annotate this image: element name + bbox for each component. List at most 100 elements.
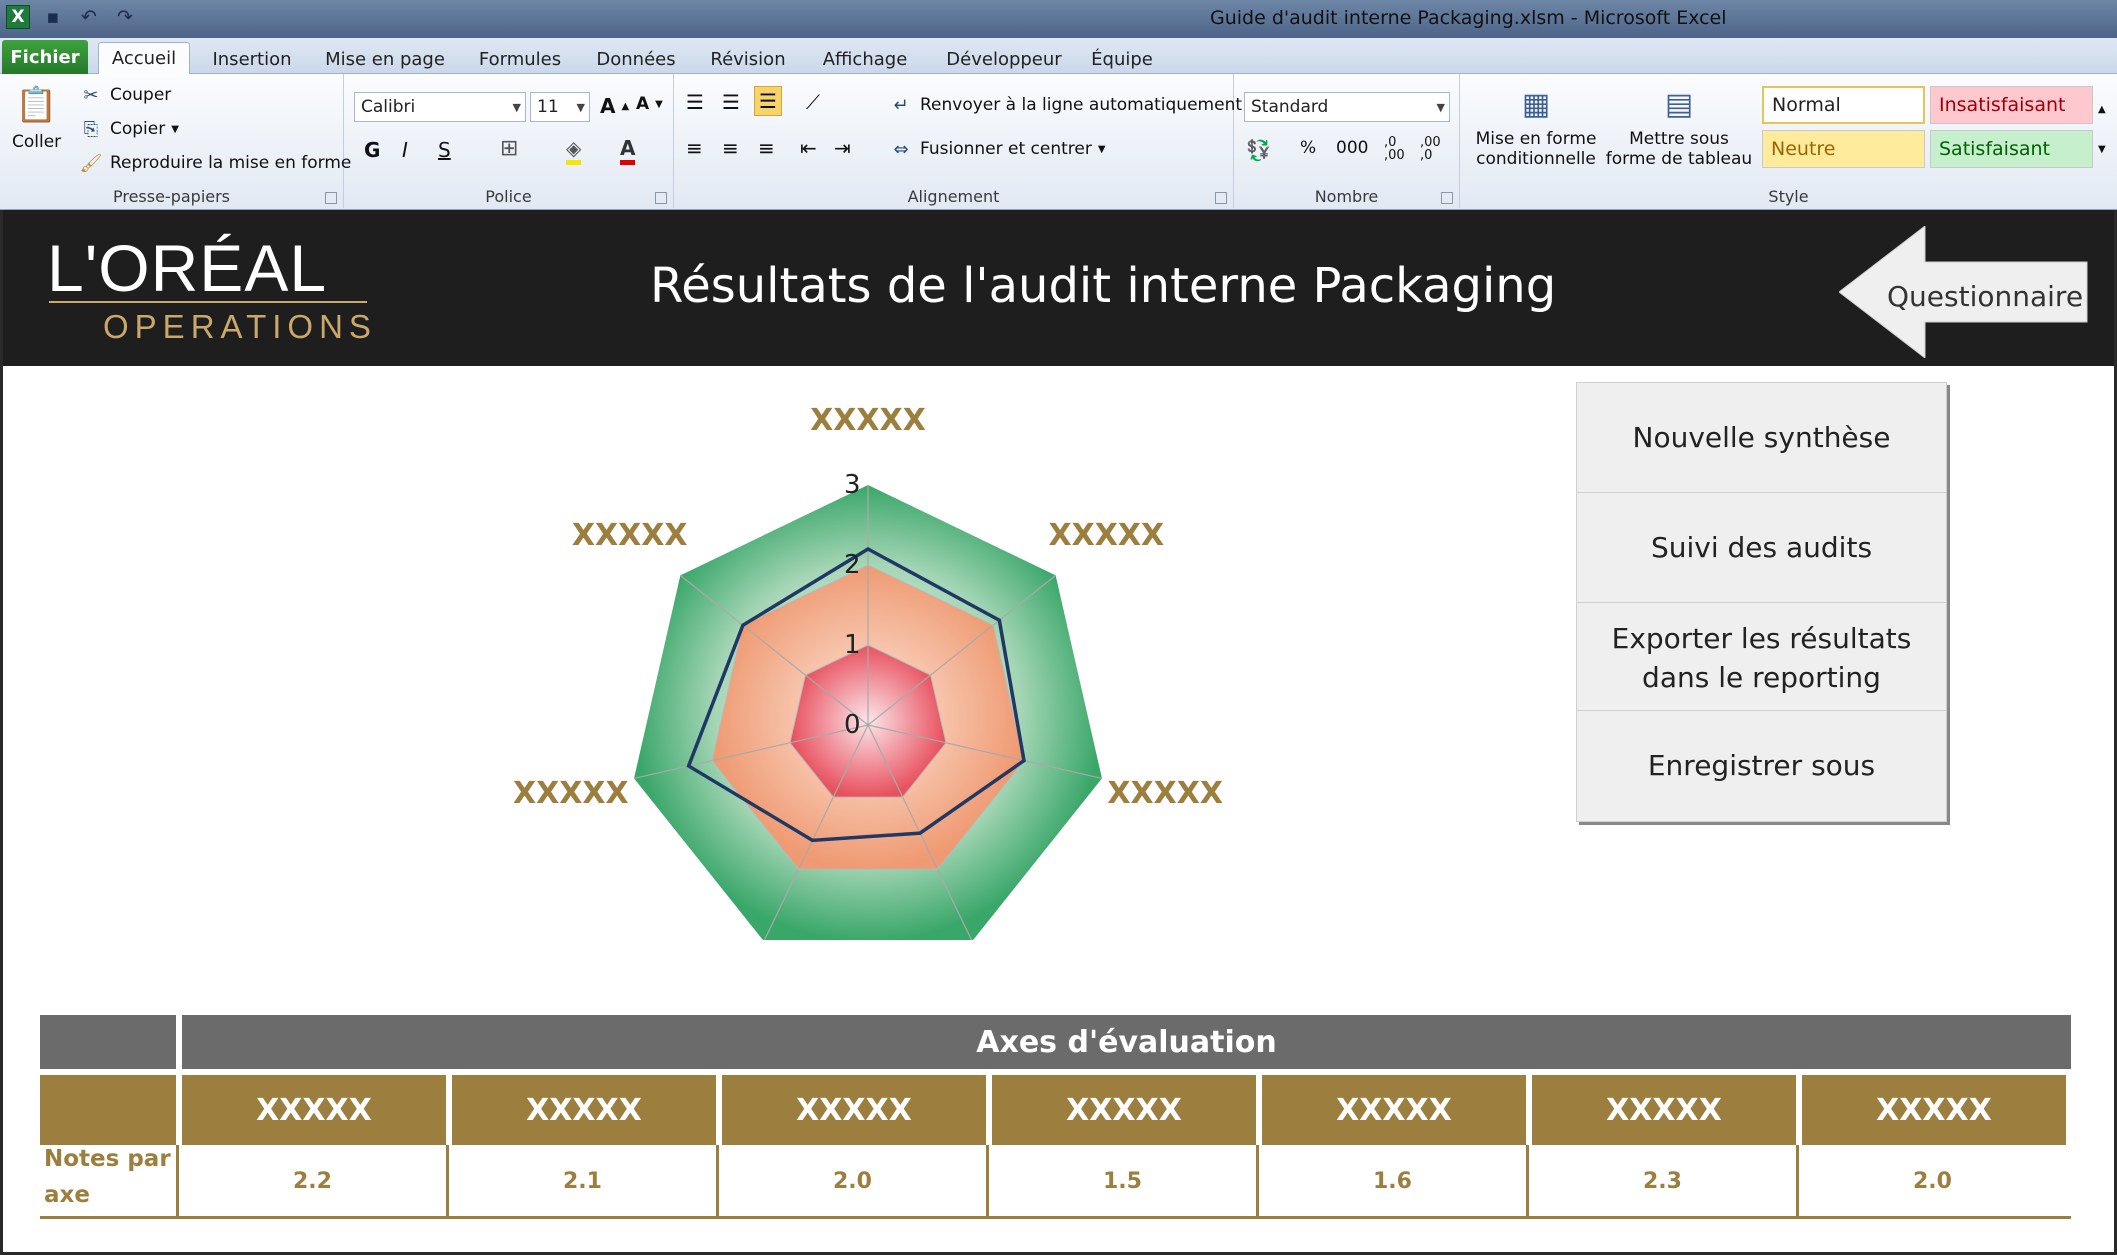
font-size-value: 11 xyxy=(537,97,559,117)
conditional-format-icon: ▦ xyxy=(1521,86,1551,122)
dialog-launcher-icon[interactable] xyxy=(325,192,337,204)
align-right-icon[interactable]: ≡ xyxy=(758,136,775,160)
styles-scroll-up-icon[interactable]: ▲ xyxy=(2098,104,2106,115)
increase-decimal-icon[interactable]: ,0,00 xyxy=(1384,136,1405,162)
axis-column-header: XXXXX xyxy=(992,1075,1256,1145)
radar-category-label: XXXXX xyxy=(810,403,926,438)
radar-category-label: XXXXX xyxy=(1048,518,1164,553)
axis-score-cell: 2.0 xyxy=(716,1145,986,1217)
tab-data[interactable]: Données xyxy=(588,44,684,74)
tab-developer[interactable]: Développeur xyxy=(934,44,1074,74)
logo-divider xyxy=(49,301,367,303)
conditional-format-button[interactable]: ▦ Mise en forme conditionnelle xyxy=(1472,82,1600,169)
font-color-icon[interactable]: A xyxy=(620,136,636,165)
table-icon: ▤ xyxy=(1664,86,1694,122)
axis-column-header: XXXXX xyxy=(452,1075,716,1145)
copy-icon: ⎘ xyxy=(83,118,99,140)
bold-button[interactable]: G xyxy=(364,138,380,162)
tab-review[interactable]: Révision xyxy=(702,44,794,74)
increase-indent-icon[interactable]: ⇥ xyxy=(834,136,851,160)
align-center-icon[interactable]: ≡ xyxy=(722,136,739,160)
axis-column-header: XXXXX xyxy=(722,1075,986,1145)
font-size-select[interactable]: 11 ▼ xyxy=(530,92,590,122)
tab-page-layout[interactable]: Mise en page xyxy=(318,44,452,74)
audit-tracking-button[interactable]: Suivi des audits xyxy=(1576,492,1947,604)
axis-score-cell: 1.5 xyxy=(986,1145,1256,1217)
dialog-launcher-icon[interactable] xyxy=(1215,192,1227,204)
currency-icon[interactable]: 💱 xyxy=(1246,138,1271,162)
dialog-launcher-icon[interactable] xyxy=(1441,192,1453,204)
copy-label: Copier xyxy=(110,119,166,139)
format-painter-label: Reproduire la mise en forme xyxy=(110,153,352,173)
align-middle-icon[interactable]: ☰ xyxy=(722,90,740,114)
styles-scroll-down-icon[interactable]: ▼ xyxy=(2098,144,2106,155)
clipboard-group: 📋 Coller ✂ Couper ⎘ Copier ▼ 🖌 Reproduir… xyxy=(0,74,351,208)
merge-center-button[interactable]: ⇔ Fusionner et centrer ▼ xyxy=(888,136,1105,162)
undo-icon[interactable]: ↶ xyxy=(76,5,102,29)
alignment-group-name: Alignement xyxy=(907,187,1000,206)
radar-category-label: XXXXX xyxy=(572,518,688,553)
format-as-table-button[interactable]: ▤ Mettre sous forme de tableau xyxy=(1604,82,1754,169)
decrease-decimal-icon[interactable]: ,00,0 xyxy=(1420,136,1441,162)
tab-team[interactable]: Équipe xyxy=(1088,44,1156,74)
axis-score-cell: 2.2 xyxy=(176,1145,446,1217)
percent-button[interactable]: % xyxy=(1300,138,1316,158)
grow-font-icon[interactable]: A ▲ xyxy=(600,94,629,118)
merge-label: Fusionner et centrer xyxy=(920,139,1092,159)
tab-file[interactable]: Fichier xyxy=(2,40,88,74)
wrap-text-icon: ↵ xyxy=(893,94,909,116)
tab-home[interactable]: Accueil xyxy=(98,42,190,74)
paste-button[interactable]: 📋 Coller xyxy=(12,82,61,152)
scissors-icon: ✂ xyxy=(83,84,99,106)
excel-icon[interactable]: X xyxy=(6,5,30,29)
font-family-select[interactable]: Calibri ▼ xyxy=(354,92,526,122)
quick-access-toolbar: X ▪ ↶ ↷ xyxy=(6,5,138,29)
save-as-button[interactable]: Enregistrer sous xyxy=(1576,710,1947,822)
style-normal[interactable]: Normal xyxy=(1762,86,1925,124)
copy-button[interactable]: ⎘ Copier ▼ xyxy=(78,116,179,142)
number-group: Standard ▼ 💱 % 000 ,0,00 ,00,0 Nombre xyxy=(1234,74,1460,208)
tab-view[interactable]: Affichage xyxy=(814,44,916,74)
loreal-logo: L'ORÉAL xyxy=(47,231,328,305)
redo-icon[interactable]: ↷ xyxy=(112,5,138,29)
save-icon[interactable]: ▪ xyxy=(40,5,66,29)
number-format-select[interactable]: Standard ▼ xyxy=(1244,92,1450,122)
align-left-icon[interactable]: ≡ xyxy=(686,136,703,160)
wrap-text-button[interactable]: ↵ Renvoyer à la ligne automatiquement xyxy=(888,92,1242,118)
operations-logo: OPERATIONS xyxy=(103,308,377,345)
new-summary-button[interactable]: Nouvelle synthèse xyxy=(1576,382,1947,494)
paste-label: Coller xyxy=(12,132,62,152)
style-good[interactable]: Satisfaisant xyxy=(1930,130,2093,168)
wrap-text-label: Renvoyer à la ligne automatiquement xyxy=(920,95,1243,115)
radar-tick-label: 0 xyxy=(844,710,861,740)
style-neutral[interactable]: Neutre xyxy=(1762,130,1925,168)
clipboard-group-name: Presse-papiers xyxy=(112,187,231,206)
axis-column-header: XXXXX xyxy=(1802,1075,2066,1145)
tab-formulas[interactable]: Formules xyxy=(470,44,570,74)
merge-icon: ⇔ xyxy=(893,138,909,160)
italic-button[interactable]: I xyxy=(402,138,408,162)
export-results-button[interactable]: Exporter les résultats dans le reporting xyxy=(1576,602,1947,714)
borders-icon[interactable]: ⊞ xyxy=(500,136,518,161)
style-bad[interactable]: Insatisfaisant xyxy=(1930,86,2093,124)
axis-score-cell: 1.6 xyxy=(1256,1145,1526,1217)
align-bottom-icon[interactable]: ☰ xyxy=(754,86,782,116)
shrink-font-icon[interactable]: A ▼ xyxy=(636,94,663,114)
axes-header: Axes d'évaluation xyxy=(182,1015,2071,1069)
radar-tick-label: 1 xyxy=(844,630,861,660)
radar-category-label: XXXXX xyxy=(513,776,629,811)
format-painter-button[interactable]: 🖌 Reproduire la mise en forme xyxy=(78,150,352,176)
radar-category-label: XXXXX xyxy=(1107,776,1223,811)
dialog-launcher-icon[interactable] xyxy=(655,192,667,204)
underline-button[interactable]: S xyxy=(438,138,451,162)
align-top-icon[interactable]: ☰ xyxy=(686,90,704,114)
cut-button[interactable]: ✂ Couper xyxy=(78,82,171,108)
thousands-button[interactable]: 000 xyxy=(1336,138,1368,158)
questionnaire-label: Questionnaire xyxy=(1887,280,2084,313)
orientation-icon[interactable]: ⟋ xyxy=(806,90,820,114)
decrease-indent-icon[interactable]: ⇤ xyxy=(800,136,817,160)
title-bar: X ▪ ↶ ↷ Guide d'audit interne Packaging.… xyxy=(0,0,2117,38)
styles-group-name: Style xyxy=(1768,187,1809,206)
tab-insert[interactable]: Insertion xyxy=(202,44,302,74)
fill-color-icon[interactable]: ◈ xyxy=(566,136,582,165)
